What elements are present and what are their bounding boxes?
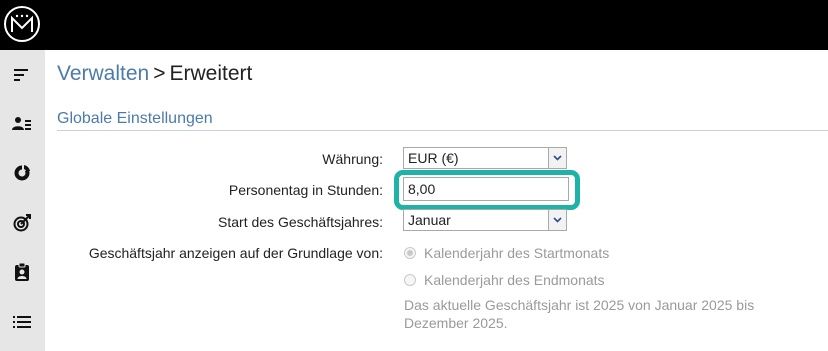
list-icon[interactable] [12,312,32,332]
chevron-down-icon [548,210,566,230]
section-divider [57,130,828,131]
fiscal-year-start-select[interactable]: Januar [403,209,567,231]
fiscal-year-display-label: Geschäftsjahr anzeigen auf der Grundlage… [88,245,383,261]
page-title: Erweitert [169,62,253,85]
target-icon[interactable] [12,213,32,233]
clipboard-user-icon[interactable] [12,262,32,282]
breadcrumb: Verwalten > Erweitert [57,60,252,88]
person-day-hours-label: Personentag in Stunden: [228,182,383,198]
donut-chart-icon[interactable] [12,163,32,183]
currency-select-value: EUR (€) [408,150,459,166]
radio-start-month[interactable]: Kalenderjahr des Startmonats [404,244,609,262]
currency-label: Währung: [322,151,383,167]
breadcrumb-separator: > [153,62,166,85]
collapse-menu-icon[interactable] [12,65,32,85]
radio-end-month[interactable]: Kalenderjahr des Endmonats [404,271,605,289]
users-list-icon[interactable] [12,114,32,134]
radio-label-end-month: Kalenderjahr des Endmonats [424,272,605,288]
fiscal-year-start-label: Start des Geschäftsjahres: [218,214,383,230]
section-title: Globale Einstellungen [57,110,213,127]
sidebar [0,50,45,351]
fiscal-year-note: Das aktuelle Geschäftsjahr ist 2025 von … [404,297,755,331]
radio-selected-indicator[interactable] [404,247,416,259]
top-bar [0,0,828,50]
radio-unselected-indicator[interactable] [404,274,416,286]
chevron-down-icon [548,148,566,168]
radio-label-start-month: Kalenderjahr des Startmonats [424,245,610,261]
fiscal-year-start-value: Januar [408,212,451,228]
breadcrumb-link-verwalten[interactable]: Verwalten [57,62,149,85]
person-day-hours-input[interactable] [403,177,569,201]
currency-select[interactable]: EUR (€) [403,147,567,169]
monogram-logo-icon[interactable] [4,6,40,42]
